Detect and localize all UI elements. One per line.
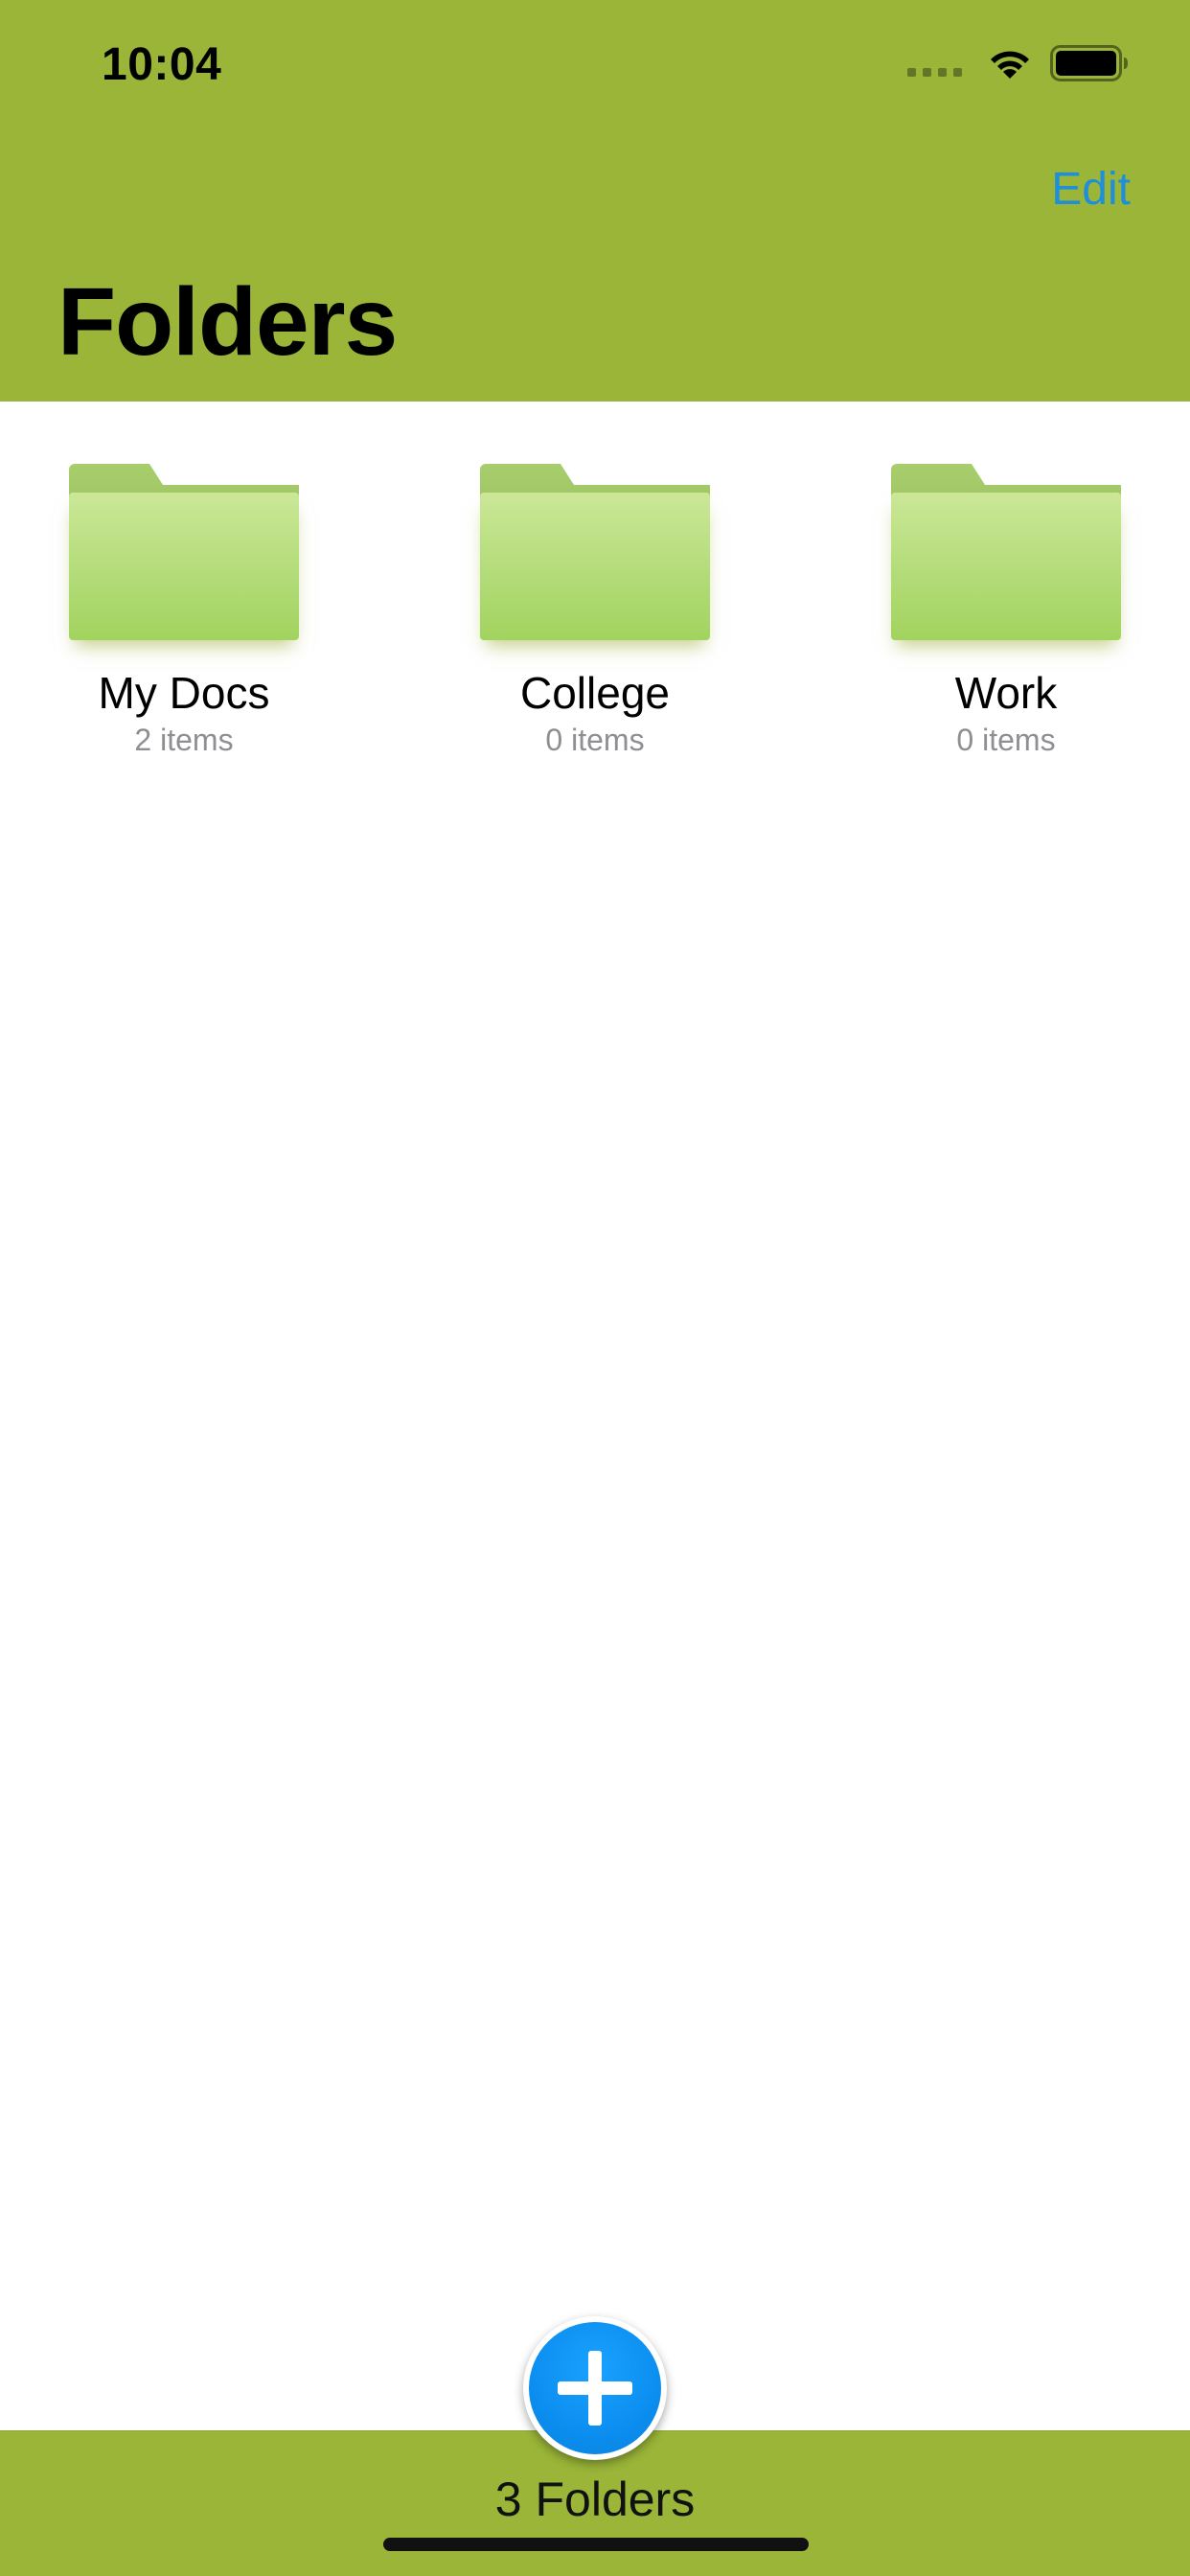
add-folder-button[interactable] — [523, 2316, 667, 2460]
signal-dots-icon — [907, 42, 962, 84]
page-title: Folders — [57, 268, 398, 376]
status-bar-icons — [907, 42, 1129, 84]
folder-item-count: 0 items — [545, 723, 645, 757]
folder-item-count: 0 items — [956, 723, 1056, 757]
wifi-icon — [991, 51, 1029, 79]
folder-icon — [480, 450, 710, 642]
folder-name: College — [520, 668, 670, 718]
edit-button[interactable]: Edit — [1051, 161, 1131, 218]
battery-icon — [1050, 45, 1128, 81]
navigation-header: 10:04 Edit Folders — [0, 0, 1190, 402]
folder-item-college[interactable]: College 0 items — [451, 450, 739, 759]
folder-icon — [69, 450, 299, 642]
folder-item-work[interactable]: Work 0 items — [862, 450, 1150, 759]
folder-name: Work — [954, 668, 1058, 718]
status-bar-time: 10:04 — [102, 39, 222, 90]
home-indicator — [383, 2538, 809, 2551]
folder-item-count: 2 items — [134, 723, 234, 757]
folder-icon — [891, 450, 1121, 642]
folder-count-label: 3 Folders — [494, 2472, 696, 2526]
plus-circle-icon — [558, 2351, 632, 2426]
folder-name: My Docs — [98, 668, 270, 718]
folder-item-my-docs[interactable]: My Docs 2 items — [40, 450, 328, 759]
